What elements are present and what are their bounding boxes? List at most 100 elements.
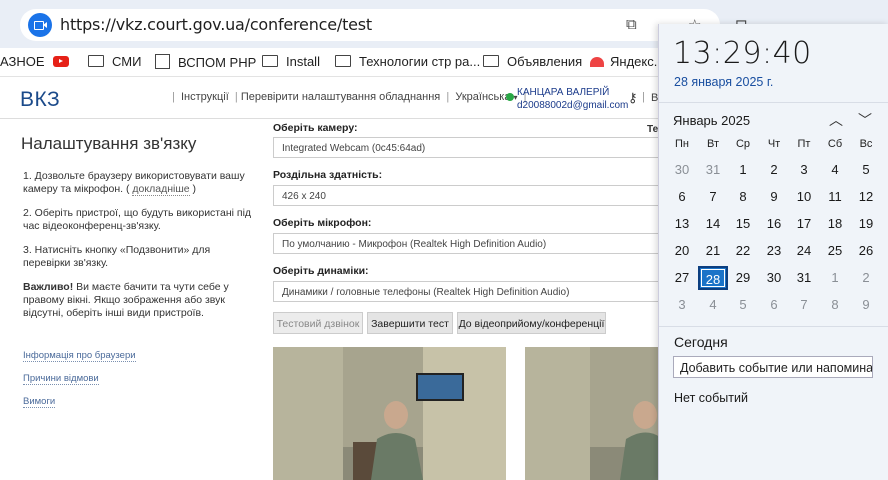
calendar-day[interactable]: 7: [789, 293, 819, 317]
user-name[interactable]: КАНЦАРА ВАЛЕРІЙ: [517, 87, 609, 98]
camera-extra-label[interactable]: Те: [647, 124, 658, 135]
bookmark-item[interactable]: АЗНОЕ: [0, 54, 45, 69]
step-2: 2. Оберіть пристрої, що будуть використа…: [23, 207, 252, 232]
calendar-day[interactable]: 18: [820, 212, 850, 236]
microphone-select[interactable]: По умолчанию - Микрофон (Realtek High De…: [273, 233, 673, 254]
browser-info-link[interactable]: Інформація про браузери: [23, 350, 136, 362]
calendar-day[interactable]: 13: [667, 212, 697, 236]
folder-icon: [88, 55, 104, 67]
calendar-day[interactable]: 8: [728, 185, 758, 209]
online-status-icon: [506, 93, 514, 101]
step-4: Важливо! Ви маєте бачити та чути себе у …: [23, 281, 229, 319]
details-link[interactable]: докладніше: [132, 183, 190, 196]
today-heading: Сегодня: [674, 334, 728, 350]
chevron-down-icon[interactable]: ﹀: [858, 110, 872, 130]
folder-icon: [262, 55, 278, 67]
calendar-day[interactable]: 19: [851, 212, 881, 236]
calendar-day[interactable]: 29: [728, 266, 758, 290]
remote-video-frame: [525, 347, 660, 480]
divider: [659, 326, 888, 327]
bookmark-folder[interactable]: Install: [262, 54, 320, 69]
test-call-button[interactable]: Тестовий дзвінок: [273, 312, 363, 334]
speakers-label: Оберіть динаміки:: [273, 265, 369, 277]
calendar-day[interactable]: 12: [851, 185, 881, 209]
bookmark-folder[interactable]: Объявления: [483, 54, 582, 69]
bookmark-item[interactable]: Яндекс.П: [590, 54, 667, 69]
calendar-day[interactable]: 9: [851, 293, 881, 317]
local-video: [273, 347, 506, 480]
calendar-day[interactable]: 3: [667, 293, 697, 317]
calendar-day[interactable]: 21: [698, 239, 728, 263]
no-events-text: Нет событий: [674, 391, 748, 405]
calendar-day[interactable]: 27: [667, 266, 697, 290]
step-1: 1. Дозвольте браузеру використовувати ва…: [23, 170, 245, 196]
calendar-day[interactable]: 11: [820, 185, 850, 209]
resolution-select[interactable]: 426 x 240: [273, 185, 673, 206]
calendar-day[interactable]: 6: [759, 293, 789, 317]
calendar-day[interactable]: 2: [759, 158, 789, 182]
nav-instructions[interactable]: Інструкції: [181, 91, 229, 103]
site-camera-icon[interactable]: [28, 13, 52, 37]
remote-video: [525, 347, 660, 480]
calendar-day[interactable]: 30: [667, 158, 697, 182]
calendar-day[interactable]: 25: [820, 239, 850, 263]
calendar-day[interactable]: 5: [851, 158, 881, 182]
folder-icon: [483, 55, 499, 67]
requirements-link[interactable]: Вимоги: [23, 396, 56, 408]
calendar-day[interactable]: 5: [728, 293, 758, 317]
calendar-day[interactable]: 6: [667, 185, 697, 209]
translate-icon[interactable]: ⧉: [626, 16, 637, 33]
local-video-frame: [273, 347, 506, 480]
add-event-input[interactable]: Добавить событие или напомина: [673, 356, 873, 378]
calendar-day[interactable]: 24: [789, 239, 819, 263]
calendar-day[interactable]: 14: [698, 212, 728, 236]
key-icon[interactable]: ⚷: [628, 90, 638, 106]
calendar-day[interactable]: 31: [789, 266, 819, 290]
calendar-day[interactable]: 16: [759, 212, 789, 236]
calendar-day[interactable]: 2: [851, 266, 881, 290]
refusal-reasons-link[interactable]: Причини відмови: [23, 373, 99, 385]
calendar-day[interactable]: 15: [728, 212, 758, 236]
calendar-day[interactable]: 1: [820, 266, 850, 290]
user-email[interactable]: d20088002d@gmail.com: [517, 100, 628, 111]
to-conference-button[interactable]: До відеоприйому/конференції: [457, 312, 606, 334]
bookmark-folder[interactable]: Технологии стр ра...: [335, 54, 480, 69]
clock-date[interactable]: 28 января 2025 г.: [674, 75, 773, 89]
nav-check-equipment[interactable]: Перевірити налаштування обладнання: [241, 91, 440, 103]
calendar-day[interactable]: 4: [698, 293, 728, 317]
calendar-day[interactable]: 4: [820, 158, 850, 182]
weekday-label: Чт: [767, 138, 781, 150]
divider: [659, 102, 888, 103]
calendar-day[interactable]: 26: [851, 239, 881, 263]
bookmark-folder[interactable]: СМИ: [88, 54, 141, 69]
chevron-up-icon[interactable]: ︿: [829, 110, 843, 130]
calendar-day[interactable]: 9: [759, 185, 789, 209]
calendar-day[interactable]: 3: [789, 158, 819, 182]
calendar-day[interactable]: 23: [759, 239, 789, 263]
url-text[interactable]: https://vkz.court.gov.ua/conference/test: [60, 15, 372, 34]
site-logo[interactable]: ВКЗ: [20, 88, 60, 112]
bookmark-youtube[interactable]: [53, 54, 69, 69]
instructions-list: 1. Дозвольте браузеру використовувати ва…: [23, 170, 255, 331]
umbrella-icon: [590, 57, 604, 67]
calendar-day[interactable]: 20: [667, 239, 697, 263]
calendar-day[interactable]: 7: [698, 185, 728, 209]
weekday-label: Сб: [827, 138, 843, 150]
header-divider: [0, 118, 660, 119]
calendar-month[interactable]: Январь 2025: [673, 113, 750, 128]
calendar-day[interactable]: 1: [728, 158, 758, 182]
calendar-day[interactable]: 31: [698, 158, 728, 182]
calendar-day[interactable]: 10: [789, 185, 819, 209]
folder-icon: [335, 55, 351, 67]
camera-label: Оберіть камеру:: [273, 122, 358, 134]
calendar-day[interactable]: 22: [728, 239, 758, 263]
bookmark-item[interactable]: ВСПОМ PHP: [155, 54, 256, 70]
calendar-day-today[interactable]: 28: [698, 266, 728, 290]
end-test-button[interactable]: Завершити тест: [367, 312, 453, 334]
calendar-day[interactable]: 8: [820, 293, 850, 317]
speakers-select[interactable]: Динамики / головные телефоны (Realtek Hi…: [273, 281, 673, 302]
weekday-label: Пт: [797, 138, 811, 150]
camera-select[interactable]: Integrated Webcam (0c45:64ad): [273, 137, 673, 158]
calendar-day[interactable]: 17: [789, 212, 819, 236]
calendar-day[interactable]: 30: [759, 266, 789, 290]
